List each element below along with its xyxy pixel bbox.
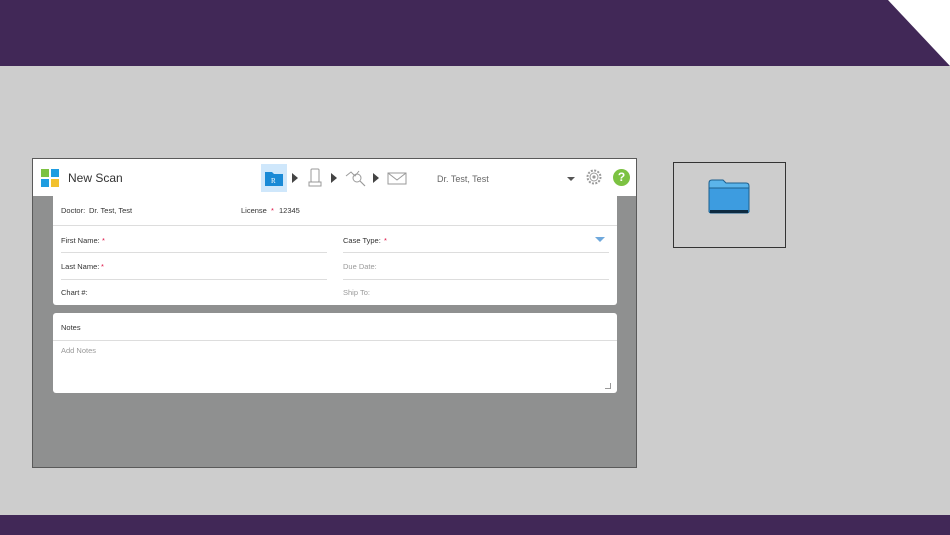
scan-app-window: New Scan R Dr. Test, Test ? Doctor: Dr. … (32, 158, 637, 468)
required-mark: * (384, 236, 387, 245)
folder-icon (708, 179, 750, 214)
chevron-down-icon[interactable] (595, 237, 605, 242)
resize-handle[interactable] (605, 383, 611, 389)
last-name-label: Last Name: (61, 262, 100, 271)
chart-number-label: Chart #: (61, 288, 88, 297)
due-date-field[interactable]: Due Date: (335, 253, 617, 279)
doctor-value: Dr. Test, Test (89, 206, 133, 215)
ship-to-label: Ship To: (343, 288, 370, 297)
license-value: 12345 (279, 206, 300, 215)
help-icon[interactable]: ? (613, 169, 630, 186)
folder-panel[interactable] (673, 162, 786, 248)
required-mark: * (101, 262, 104, 271)
send-envelope-icon (387, 172, 407, 185)
notes-textarea[interactable]: Add Notes (53, 341, 617, 393)
doctor-select[interactable]: Dr. Test, Test (437, 174, 489, 184)
scanner-icon (308, 168, 322, 187)
notes-card: Notes Add Notes (53, 313, 617, 393)
bottom-banner (0, 515, 950, 535)
patient-info-card: Doctor: Dr. Test, Test License * 12345 F… (53, 196, 617, 305)
step-view[interactable] (343, 164, 369, 192)
step-scan[interactable] (305, 164, 325, 192)
license-required-mark: * (271, 206, 274, 215)
windows-tiles-icon[interactable] (41, 169, 59, 187)
top-banner (0, 0, 950, 66)
ship-to-field[interactable]: Ship To: (335, 280, 617, 304)
doctor-label: Doctor: (61, 206, 86, 215)
last-name-field[interactable]: Last Name: * (53, 253, 327, 279)
case-type-label: Case Type: (343, 236, 381, 245)
view-icon (345, 170, 366, 187)
step-rx[interactable]: R (261, 164, 287, 192)
chevron-down-icon[interactable] (567, 177, 575, 181)
app-title: New Scan (68, 171, 123, 185)
due-date-label: Due Date: (343, 262, 377, 271)
license-label: License (241, 206, 267, 215)
first-name-field[interactable]: First Name: * (53, 226, 327, 252)
step-send[interactable] (385, 164, 409, 192)
app-toolbar: New Scan R Dr. Test, Test ? (33, 159, 636, 196)
svg-text:R: R (271, 177, 276, 185)
step-arrow (373, 173, 379, 183)
required-mark: * (102, 236, 105, 245)
step-arrow (331, 173, 337, 183)
step-arrow (292, 173, 298, 183)
banner-corner (888, 0, 950, 66)
chart-number-field[interactable]: Chart #: (53, 280, 327, 304)
gear-icon[interactable] (585, 168, 603, 186)
first-name-label: First Name: (61, 236, 100, 245)
case-type-select[interactable]: Case Type: * (335, 226, 617, 252)
rx-folder-icon: R (265, 172, 283, 186)
notes-title: Notes (61, 323, 81, 332)
notes-placeholder: Add Notes (61, 346, 97, 355)
